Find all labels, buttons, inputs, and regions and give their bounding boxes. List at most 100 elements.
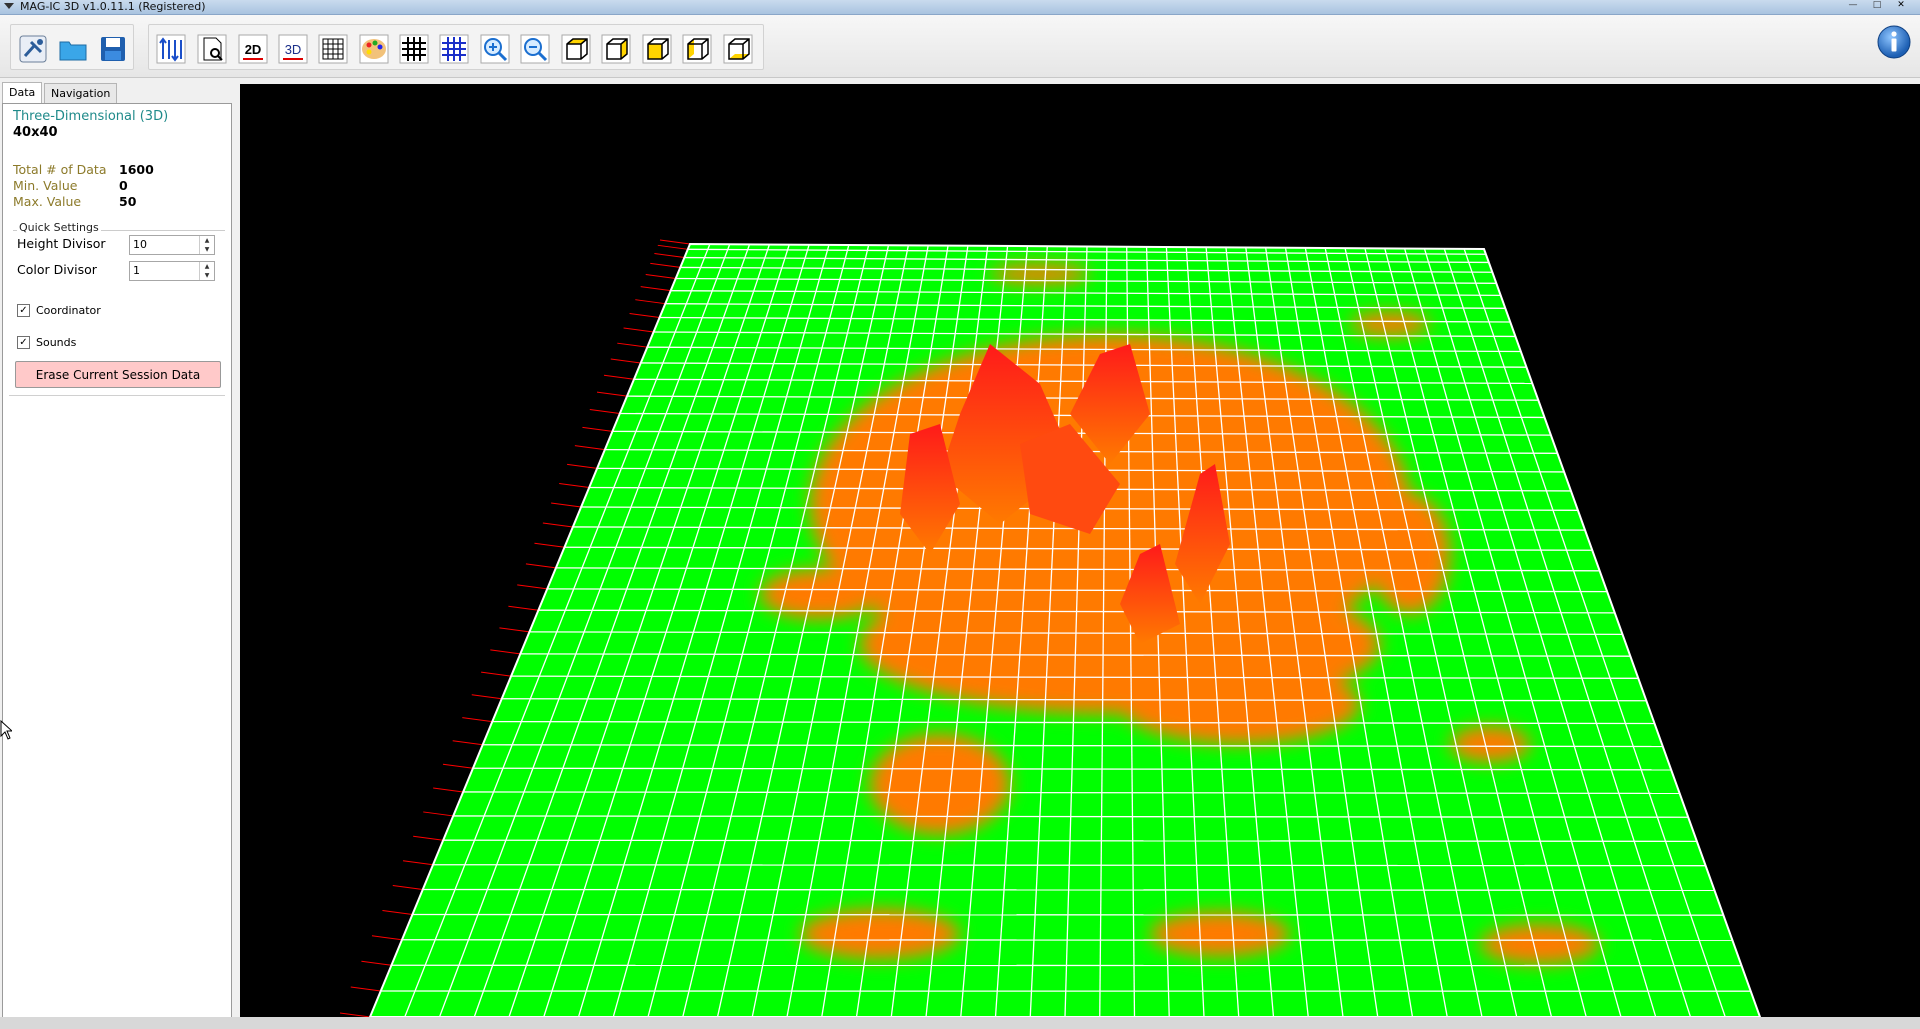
stat-label-min: Min. Value xyxy=(13,178,78,193)
coordinator-label: Coordinator xyxy=(36,304,101,317)
connect-device-button[interactable] xyxy=(16,32,50,66)
3d-viewport[interactable] xyxy=(240,84,1920,1017)
axis-tick xyxy=(517,584,548,590)
spin-up-icon[interactable]: ▲ xyxy=(200,262,214,271)
stat-value-total: 1600 xyxy=(119,162,154,177)
grid-black-button[interactable] xyxy=(397,32,431,66)
open-folder-icon[interactable] xyxy=(56,32,90,66)
save-button[interactable] xyxy=(96,32,130,66)
tab-data[interactable]: Data xyxy=(2,82,43,104)
spin-down-icon[interactable]: ▼ xyxy=(200,245,214,254)
cube-view-3-icon[interactable] xyxy=(640,32,674,66)
axis-tick xyxy=(542,522,573,528)
document-search-button[interactable] xyxy=(195,32,229,66)
axis-tick xyxy=(413,835,444,841)
axis-tick xyxy=(350,986,381,992)
zoom-out-icon[interactable] xyxy=(518,32,552,66)
axis-arrows-button[interactable] xyxy=(154,32,188,66)
cube-view-5-icon[interactable] xyxy=(721,32,755,66)
height-divisor-label: Height Divisor xyxy=(17,236,106,251)
color-divisor-label: Color Divisor xyxy=(17,262,97,277)
cube-view-3-button[interactable] xyxy=(640,32,674,66)
view-2d-button[interactable]: 2D xyxy=(236,32,270,66)
cube-view-2-button[interactable] xyxy=(599,32,633,66)
coordinator-checkbox[interactable]: ✓ Coordinator xyxy=(17,304,101,317)
zoom-out-button[interactable] xyxy=(518,32,552,66)
stat-value-min: 0 xyxy=(119,178,128,193)
axis-tick xyxy=(559,483,590,488)
axis-tick xyxy=(361,960,392,966)
axis-tick xyxy=(645,274,676,280)
data-type-label: Three-Dimensional (3D) xyxy=(13,109,169,124)
axis-tick xyxy=(610,358,641,364)
title-bar: MAG-IC 3D v1.0.11.1 (Registered) — □ ✕ xyxy=(0,0,1920,15)
app-icon xyxy=(4,3,14,9)
axis-arrows-icon[interactable] xyxy=(154,32,188,66)
cube-view-5-button[interactable] xyxy=(721,32,755,66)
height-divisor-input[interactable] xyxy=(130,236,202,252)
cube-view-4-button[interactable] xyxy=(680,32,714,66)
cube-view-1-icon[interactable] xyxy=(559,32,593,66)
grid-line xyxy=(412,913,1724,916)
zoom-in-button[interactable] xyxy=(478,32,512,66)
axis-tick xyxy=(525,563,556,569)
axis-tick xyxy=(551,502,582,508)
color-divisor-stepper[interactable]: ▲▼ xyxy=(129,261,215,281)
cube-view-2-icon[interactable] xyxy=(599,32,633,66)
color-divisor-input[interactable] xyxy=(130,262,202,278)
axis-tick xyxy=(640,286,671,292)
surface-plot[interactable] xyxy=(240,84,1920,1017)
axis-tick xyxy=(635,299,666,305)
axis-tick xyxy=(596,391,628,397)
cube-view-1-button[interactable] xyxy=(559,32,593,66)
zoom-in-icon[interactable] xyxy=(478,32,512,66)
svg-text:3D: 3D xyxy=(285,42,302,57)
minimize-button[interactable]: — xyxy=(1844,0,1862,11)
stat-label-total: Total # of Data xyxy=(13,162,107,177)
axis-tick xyxy=(371,935,403,941)
grid-table-button[interactable] xyxy=(316,32,350,66)
view-3d-button[interactable]: 3D xyxy=(276,32,310,66)
view-2d-icon[interactable]: 2D xyxy=(236,32,270,66)
axis-tick xyxy=(657,244,688,250)
axis-tick xyxy=(582,426,613,432)
height-divisor-stepper[interactable]: ▲▼ xyxy=(129,235,215,255)
spin-up-icon[interactable]: ▲ xyxy=(200,236,214,245)
spin-down-icon[interactable]: ▼ xyxy=(200,271,214,280)
axis-tick xyxy=(471,694,502,700)
color-palette-button[interactable] xyxy=(357,32,391,66)
maximize-button[interactable]: □ xyxy=(1868,0,1886,11)
axis-tick xyxy=(392,884,423,890)
axis-tick xyxy=(442,763,474,769)
open-folder-button[interactable] xyxy=(56,32,90,66)
checkmark-icon[interactable]: ✓ xyxy=(17,336,30,349)
axis-tick xyxy=(481,671,512,677)
stat-label-max: Max. Value xyxy=(13,194,82,209)
axis-tick xyxy=(659,239,691,245)
checkmark-icon[interactable]: ✓ xyxy=(17,304,30,317)
axis-tick xyxy=(603,374,635,380)
axis-tick xyxy=(402,860,434,866)
axis-tick xyxy=(650,262,681,268)
axis-tick xyxy=(629,313,660,318)
grid-black-icon[interactable] xyxy=(397,32,431,66)
close-button[interactable]: ✕ xyxy=(1892,0,1910,11)
stat-value-max: 50 xyxy=(119,194,137,209)
axis-tick xyxy=(490,649,521,655)
cube-view-4-icon[interactable] xyxy=(680,32,714,66)
document-search-icon[interactable] xyxy=(195,32,229,66)
axis-tick xyxy=(462,717,493,723)
axis-tick xyxy=(452,740,483,746)
erase-session-button[interactable]: Erase Current Session Data xyxy=(15,361,221,388)
grid-table-icon[interactable] xyxy=(316,32,350,66)
save-icon[interactable] xyxy=(96,32,130,66)
window-title: MAG-IC 3D v1.0.11.1 (Registered) xyxy=(20,0,206,13)
grid-blue-icon[interactable] xyxy=(437,32,471,66)
view-3d-icon[interactable]: 3D xyxy=(276,32,310,66)
tab-navigation[interactable]: Navigation xyxy=(44,83,118,103)
info-icon[interactable] xyxy=(1876,24,1912,60)
sounds-checkbox[interactable]: ✓ Sounds xyxy=(17,336,76,349)
color-palette-icon[interactable] xyxy=(357,32,391,66)
connect-device-icon[interactable] xyxy=(16,32,50,66)
grid-blue-button[interactable] xyxy=(437,32,471,66)
